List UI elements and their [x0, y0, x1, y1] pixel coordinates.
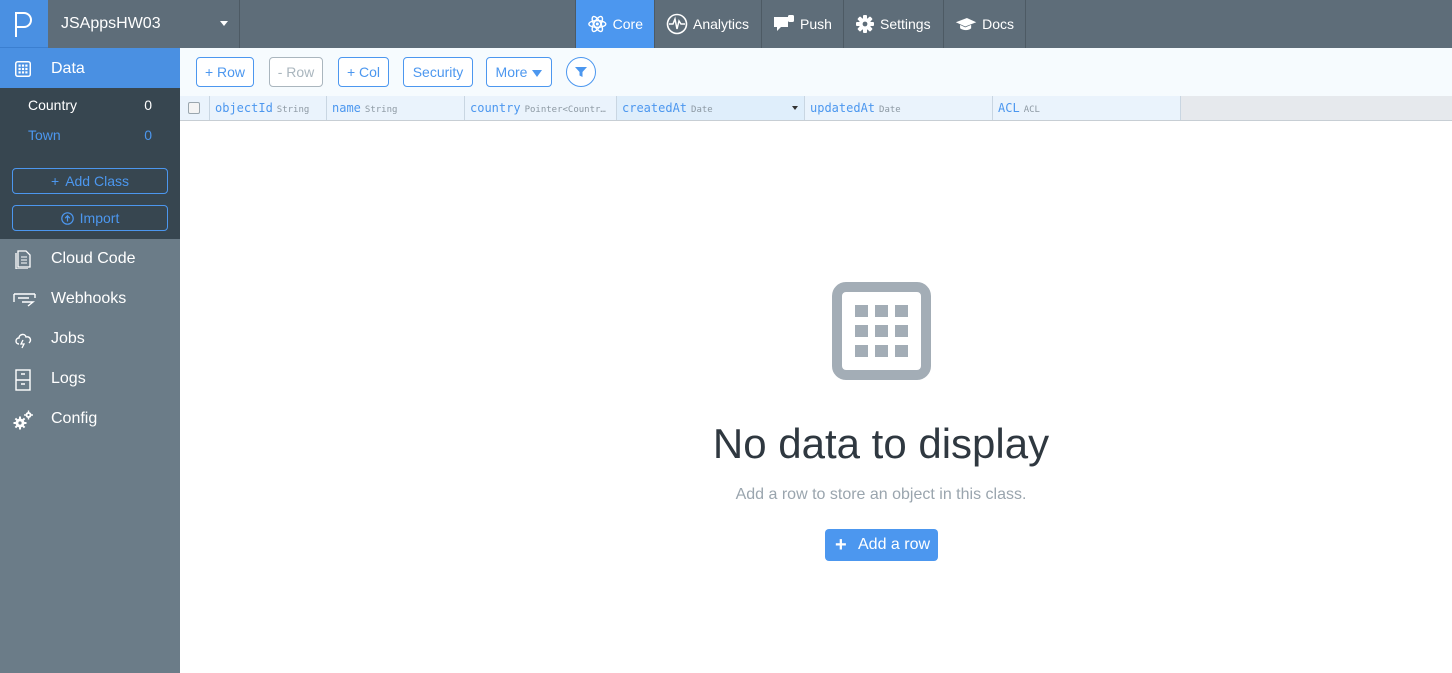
tab-push[interactable]: Push	[762, 0, 844, 48]
column-header-acl[interactable]: ACL ACL	[993, 96, 1181, 120]
tab-analytics-label: Analytics	[693, 16, 750, 32]
sidebar-item-label: Logs	[51, 370, 86, 387]
sidebar-item-jobs[interactable]: Jobs	[0, 319, 180, 359]
file-cabinet-icon	[15, 369, 31, 391]
column-header-createdat[interactable]: createdAt Date	[617, 96, 805, 120]
empty-state-title: No data to display	[712, 420, 1050, 467]
caret-down-icon	[532, 70, 543, 77]
column-name: createdAt	[622, 101, 688, 115]
column-type: Date	[691, 105, 713, 115]
add-a-row-label: Add a row	[858, 536, 931, 553]
sort-desc-icon	[792, 106, 798, 110]
add-class-button[interactable]: + Add Class	[12, 168, 168, 194]
plus-icon: +	[51, 173, 60, 189]
class-item-town[interactable]: Town 0	[0, 119, 180, 149]
column-header-country[interactable]: country Pointer<Countr…	[465, 96, 617, 120]
atom-icon	[588, 15, 607, 33]
class-item-country[interactable]: Country 0	[0, 89, 180, 119]
empty-grid-icon	[832, 282, 931, 380]
grid-cells	[855, 305, 908, 357]
pulse-icon	[666, 13, 688, 35]
select-all-checkbox[interactable]	[188, 102, 200, 114]
import-label: Import	[79, 210, 120, 226]
sidebar-item-label: Cloud Code	[51, 250, 136, 267]
top-bar: JSAppsHW03 Core Analytics Push Settings …	[0, 0, 1452, 48]
import-button[interactable]: Import	[12, 205, 168, 231]
column-name: objectId	[215, 101, 273, 115]
column-type: ACL	[1023, 105, 1040, 115]
filter-button[interactable]	[566, 57, 596, 87]
column-name: name	[332, 101, 361, 115]
parse-logo[interactable]	[0, 0, 48, 48]
security-button[interactable]: Security	[403, 57, 473, 87]
sidebar-item-cloud-code[interactable]: Cloud Code	[0, 239, 180, 279]
column-type: String	[276, 105, 310, 115]
sidebar-item-label: Webhooks	[51, 290, 127, 307]
sidebar-item-webhooks[interactable]: Webhooks	[0, 279, 180, 319]
upload-circle-icon	[60, 206, 74, 230]
parse-logo-icon	[15, 12, 32, 37]
tab-core[interactable]: Core	[575, 0, 655, 48]
class-list: Country 0 Town 0 + Add Class Import	[0, 88, 180, 239]
class-name: Country	[28, 97, 78, 113]
tab-core-label: Core	[612, 16, 643, 32]
sidebar-item-label: Jobs	[51, 330, 85, 347]
filter-icon	[575, 67, 587, 77]
add-class-label: Add Class	[65, 173, 129, 189]
graduation-cap-icon	[955, 18, 977, 31]
select-all-cell	[180, 96, 210, 120]
tab-docs[interactable]: Docs	[944, 0, 1026, 48]
sidebar-item-data[interactable]: Data	[0, 48, 180, 88]
tab-analytics[interactable]: Analytics	[655, 0, 762, 48]
sidebar: Data Country 0 Town 0 + Add Class Import	[0, 48, 180, 673]
tab-docs-label: Docs	[982, 16, 1014, 32]
top-nav: Core Analytics Push Settings Docs	[575, 0, 1026, 48]
tab-push-label: Push	[800, 16, 832, 32]
add-row-button[interactable]: + Row	[196, 57, 254, 87]
column-header-objectid[interactable]: objectId String	[210, 96, 327, 120]
more-button[interactable]: More	[486, 57, 552, 87]
webhook-icon	[13, 293, 36, 307]
class-count: 0	[144, 127, 152, 143]
cloud-icon	[15, 333, 32, 349]
column-type: Date	[879, 105, 901, 115]
column-name: ACL	[998, 101, 1020, 115]
empty-state-subtitle: Add a row to store an object in this cla…	[735, 486, 1027, 503]
chevron-down-icon	[220, 21, 228, 26]
grid-icon	[15, 61, 31, 77]
gears-icon	[13, 410, 33, 430]
sidebar-item-label: Config	[51, 410, 98, 427]
chat-bubble-icon	[774, 15, 794, 31]
plus-icon: +	[835, 534, 847, 556]
sidebar-item-config[interactable]: Config	[0, 399, 180, 439]
document-icon	[15, 250, 31, 269]
column-type: Pointer<Countr…	[524, 105, 606, 115]
class-name: Town	[28, 127, 61, 143]
add-column-button[interactable]: + Col	[338, 57, 389, 87]
more-label: More	[495, 64, 528, 80]
app-selector[interactable]: JSAppsHW03	[48, 0, 240, 48]
class-count: 0	[144, 97, 152, 113]
column-name: updatedAt	[810, 101, 876, 115]
delete-row-button[interactable]: - Row	[269, 57, 323, 87]
column-type: String	[364, 105, 398, 115]
add-a-row-button[interactable]: + Add a row	[825, 529, 938, 561]
column-header-updatedat[interactable]: updatedAt Date	[805, 96, 993, 120]
app-name: JSAppsHW03	[61, 15, 161, 32]
sidebar-item-data-label: Data	[51, 60, 85, 77]
column-header-name[interactable]: name String	[327, 96, 465, 120]
sidebar-item-logs[interactable]: Logs	[0, 359, 180, 399]
browser-toolbar: + Row - Row + Col Security More	[180, 48, 1452, 96]
table-header: objectId String name String country Pointer…	[180, 96, 1452, 121]
column-name: country	[470, 101, 521, 115]
tab-settings[interactable]: Settings	[844, 0, 944, 48]
gear-icon	[856, 15, 874, 33]
tab-settings-label: Settings	[880, 16, 931, 32]
